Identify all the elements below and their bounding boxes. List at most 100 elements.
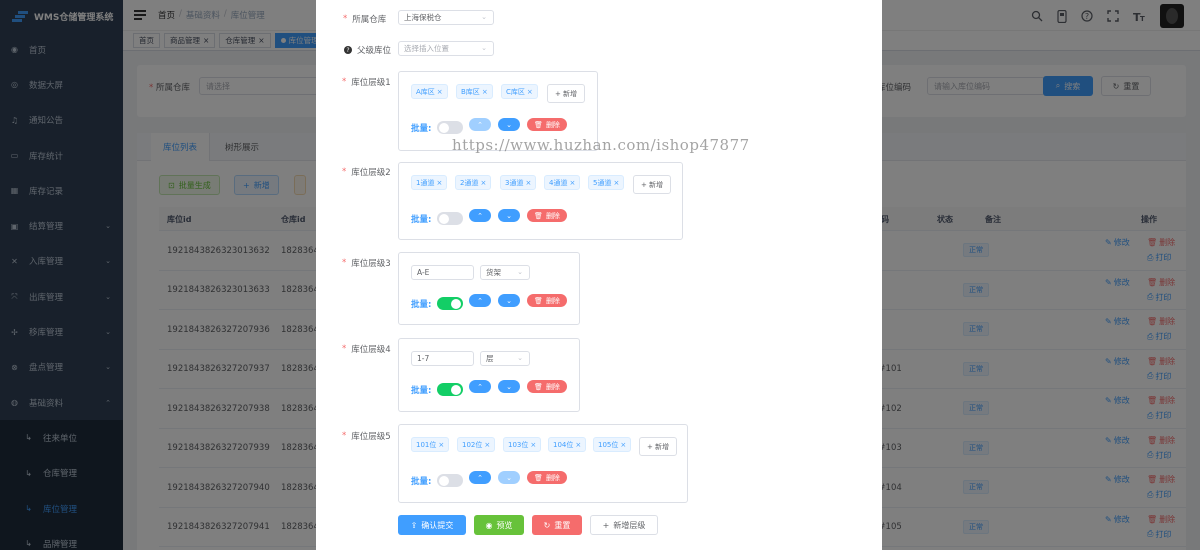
dialog-parent-select[interactable]: 选择插入位置 ⌄ (398, 41, 494, 56)
level5-chip[interactable]: 102位 × (457, 437, 496, 452)
level1-move-down-button[interactable]: ⌄ (498, 118, 520, 131)
level5-chip[interactable]: 103位 × (503, 437, 542, 452)
level4-box: 1-7 层 ⌄ 批量: ⌃ ⌄ 🗑 删除 (398, 338, 580, 412)
chevron-down-icon: ⌄ (517, 268, 523, 276)
refresh-icon: ↻ (543, 520, 551, 530)
dialog-warehouse-label: * 所属仓库 (343, 14, 387, 25)
level2-chip[interactable]: 1通道 × (411, 175, 448, 190)
level3-delete-button[interactable]: 🗑 删除 (527, 294, 567, 307)
chevron-down-icon: ⌄ (506, 382, 512, 391)
level4-label: * 库位层级4 (342, 344, 391, 355)
level1-batch-label: 批量: (411, 124, 432, 134)
chevron-up-icon: ⌃ (477, 473, 483, 482)
plus-icon: + (602, 520, 610, 530)
level1-chip[interactable]: B库区 × (456, 84, 493, 99)
level2-chip[interactable]: 5通道 × (588, 175, 625, 190)
level1-batch-switch[interactable] (437, 121, 463, 134)
level1-add-button[interactable]: + 新增 (547, 84, 585, 103)
chevron-down-icon: ⌄ (506, 473, 512, 482)
close-icon[interactable]: × (480, 179, 486, 187)
level3-range-input[interactable]: A-E (411, 265, 474, 280)
level1-chip[interactable]: C库区 × (501, 84, 538, 99)
dialog-reset-button[interactable]: ↻ 重置 (532, 515, 582, 535)
trash-icon: 🗑 (534, 473, 543, 482)
level2-label: * 库位层级2 (342, 167, 391, 178)
level3-batch-switch[interactable] (437, 297, 463, 310)
trash-icon: 🗑 (534, 120, 543, 129)
chevron-down-icon: ⌄ (506, 296, 512, 305)
close-icon[interactable]: × (437, 88, 443, 96)
close-icon[interactable]: × (530, 441, 536, 449)
chevron-down-icon: ⌄ (481, 44, 487, 52)
level1-chip[interactable]: A库区 × (411, 84, 448, 99)
level5-batch-label: 批量: (411, 477, 432, 487)
level4-batch-switch[interactable] (437, 383, 463, 396)
level5-batch-switch[interactable] (437, 474, 463, 487)
chevron-up-icon: ⌃ (477, 120, 483, 129)
batch-generate-dialog: * 所属仓库 上海保税仓 ⌄ ? 父级库位 选择插入位置 ⌄ * 库位层级1 A库区 × B… (316, 0, 882, 550)
level4-range-input[interactable]: 1-7 (411, 351, 474, 366)
level3-label: * 库位层级3 (342, 258, 391, 269)
level4-delete-button[interactable]: 🗑 删除 (527, 380, 567, 393)
level5-chip[interactable]: 101位 × (411, 437, 450, 452)
level3-box: A-E 货架 ⌄ 批量: ⌃ ⌄ 🗑 删除 (398, 252, 580, 325)
chevron-up-icon: ⌃ (477, 382, 483, 391)
help-icon: ? (344, 46, 352, 54)
close-icon[interactable]: × (482, 88, 488, 96)
chevron-down-icon: ⌄ (481, 13, 487, 21)
level3-move-up-button[interactable]: ⌃ (469, 294, 491, 307)
level5-chip[interactable]: 105位 × (593, 437, 632, 452)
watermark: https://www.huzhan.com/ishop47877 (452, 136, 750, 154)
trash-icon: 🗑 (534, 211, 543, 220)
level1-label: * 库位层级1 (342, 77, 391, 88)
close-icon[interactable]: × (620, 441, 626, 449)
preview-button[interactable]: ◉ 预览 (474, 515, 524, 535)
level5-chip[interactable]: 104位 × (548, 437, 587, 452)
close-icon[interactable]: × (613, 179, 619, 187)
level5-move-up-button[interactable]: ⌃ (469, 471, 491, 484)
level5-delete-button[interactable]: 🗑 删除 (527, 471, 567, 484)
level1-move-up-button[interactable]: ⌃ (469, 118, 491, 131)
close-icon[interactable]: × (484, 441, 490, 449)
level2-batch-label: 批量: (411, 215, 432, 225)
level2-delete-button[interactable]: 🗑 删除 (527, 209, 567, 222)
submit-button[interactable]: ⇪ 确认提交 (398, 515, 466, 535)
trash-icon: 🗑 (534, 382, 543, 391)
level5-move-down-button[interactable]: ⌄ (498, 471, 520, 484)
level2-move-up-button[interactable]: ⌃ (469, 209, 491, 222)
upload-icon: ⇪ (410, 520, 418, 530)
close-icon[interactable]: × (575, 441, 581, 449)
chevron-down-icon: ⌄ (506, 120, 512, 129)
level2-move-down-button[interactable]: ⌄ (498, 209, 520, 222)
close-icon[interactable]: × (527, 88, 533, 96)
chevron-down-icon: ⌄ (517, 354, 523, 362)
level5-add-button[interactable]: + 新增 (639, 437, 677, 456)
level2-chip[interactable]: 3通道 × (500, 175, 537, 190)
level2-box: 1通道 × 2通道 × 3通道 × 4通道 × 5通道 × + 新增 批量: ⌃ ⌄ 🗑 删… (398, 162, 683, 240)
add-level-button[interactable]: + 新增层级 (590, 515, 658, 535)
level5-label: * 库位层级5 (342, 431, 391, 442)
level2-chip[interactable]: 4通道 × (544, 175, 581, 190)
level4-batch-label: 批量: (411, 386, 432, 396)
level3-unit-select[interactable]: 货架 ⌄ (480, 265, 530, 280)
level2-add-button[interactable]: + 新增 (633, 175, 671, 194)
level5-box: 101位 × 102位 × 103位 × 104位 × 105位 × + 新增 批量: ⌃… (398, 424, 688, 503)
level2-batch-switch[interactable] (437, 212, 463, 225)
close-icon[interactable]: × (436, 179, 442, 187)
level4-unit-select[interactable]: 层 ⌄ (480, 351, 530, 366)
level1-delete-button[interactable]: 🗑 删除 (527, 118, 567, 131)
chevron-up-icon: ⌃ (477, 296, 483, 305)
dialog-parent-label: ? 父级库位 (344, 44, 391, 56)
close-icon[interactable]: × (438, 441, 444, 449)
eye-icon: ◉ (485, 520, 493, 530)
level4-move-up-button[interactable]: ⌃ (469, 380, 491, 393)
chevron-down-icon: ⌄ (506, 211, 512, 220)
level3-move-down-button[interactable]: ⌄ (498, 294, 520, 307)
close-icon[interactable]: × (525, 179, 531, 187)
level2-chip[interactable]: 2通道 × (455, 175, 492, 190)
trash-icon: 🗑 (534, 296, 543, 305)
chevron-up-icon: ⌃ (477, 211, 483, 220)
close-icon[interactable]: × (569, 179, 575, 187)
dialog-warehouse-select[interactable]: 上海保税仓 ⌄ (398, 10, 494, 25)
level4-move-down-button[interactable]: ⌄ (498, 380, 520, 393)
